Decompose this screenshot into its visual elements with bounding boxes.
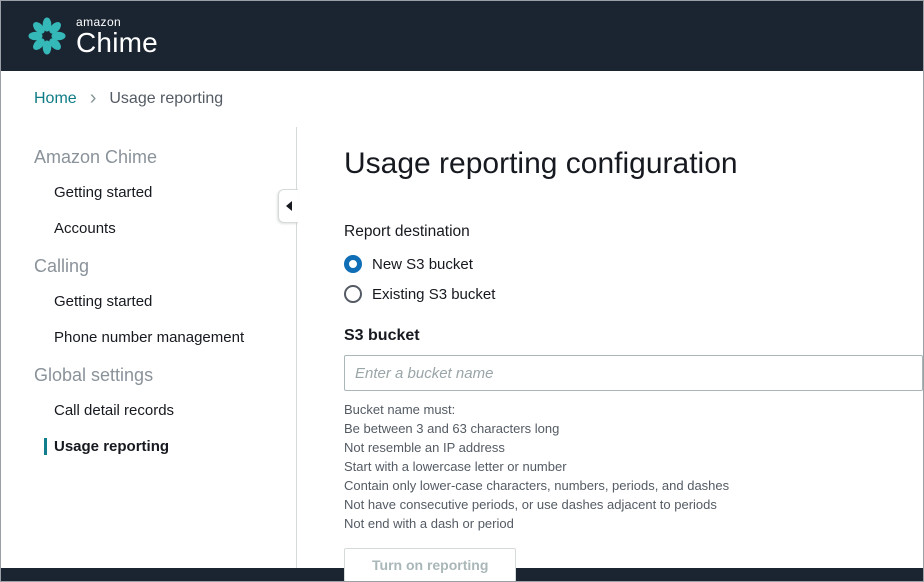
radio-existing-s3-bucket-label: Existing S3 bucket (372, 286, 495, 303)
sidebar-section-amazon-chime: Amazon Chime Getting started Accounts (34, 147, 296, 237)
sidebar-item-calling-getting-started[interactable]: Getting started (34, 293, 296, 310)
sidebar-item-accounts[interactable]: Accounts (34, 220, 296, 237)
breadcrumb-current: Usage reporting (109, 90, 223, 108)
brand-chime-label: Chime (76, 29, 158, 57)
breadcrumb-chevron-icon: › (90, 88, 97, 108)
sidebar-section-global-settings: Global settings Call detail records Usag… (34, 365, 296, 455)
sidebar-heading-global-settings: Global settings (34, 365, 296, 386)
content-area: Amazon Chime Getting started Accounts Ca… (1, 127, 923, 568)
main-panel: Usage reporting configuration Report des… (297, 127, 923, 568)
bucket-rule-end: Not end with a dash or period (344, 514, 923, 533)
radio-new-s3-bucket-label: New S3 bucket (372, 256, 473, 273)
bucket-rule-periods: Not have consecutive periods, or use das… (344, 495, 923, 514)
app-window: amazon Chime Home › Usage reporting Amaz… (0, 0, 924, 582)
amazon-chime-logo: amazon Chime (27, 16, 158, 57)
sidebar-section-calling: Calling Getting started Phone number man… (34, 256, 296, 346)
s3-bucket-label: S3 bucket (344, 327, 923, 345)
sidebar-item-getting-started[interactable]: Getting started (34, 184, 296, 201)
bucket-name-input[interactable] (344, 355, 923, 391)
collapse-arrow-icon (286, 201, 292, 211)
bucket-rule-length: Be between 3 and 63 characters long (344, 419, 923, 438)
app-header: amazon Chime (1, 1, 923, 71)
breadcrumb-home-link[interactable]: Home (34, 90, 77, 108)
sidebar-item-usage-reporting[interactable]: Usage reporting (44, 438, 296, 455)
radio-existing-s3-bucket-icon[interactable] (344, 285, 362, 303)
sidebar-nav: Amazon Chime Getting started Accounts Ca… (1, 127, 297, 568)
bucket-rule-charset: Contain only lower-case characters, numb… (344, 476, 923, 495)
bucket-rule-ip: Not resemble an IP address (344, 438, 923, 457)
turn-on-reporting-button[interactable]: Turn on reporting (344, 548, 516, 582)
sidebar-collapse-button[interactable] (278, 189, 298, 223)
bucket-name-rules: Bucket name must: Be between 3 and 63 ch… (344, 400, 923, 533)
sidebar-heading-amazon-chime: Amazon Chime (34, 147, 296, 168)
radio-option-new-s3-bucket[interactable]: New S3 bucket (344, 255, 923, 273)
brand-text: amazon Chime (76, 16, 158, 57)
sidebar-item-call-detail-records[interactable]: Call detail records (34, 402, 296, 419)
bucket-rules-title: Bucket name must: (344, 400, 923, 419)
bucket-rule-start: Start with a lowercase letter or number (344, 457, 923, 476)
radio-new-s3-bucket-icon[interactable] (344, 255, 362, 273)
radio-option-existing-s3-bucket[interactable]: Existing S3 bucket (344, 285, 923, 303)
brand-amazon-label: amazon (76, 16, 158, 28)
breadcrumb: Home › Usage reporting (1, 71, 923, 127)
sidebar-heading-calling: Calling (34, 256, 296, 277)
page-title: Usage reporting configuration (344, 147, 923, 181)
report-destination-label: Report destination (344, 223, 923, 241)
chime-flower-icon (27, 16, 67, 56)
sidebar-item-phone-number-management[interactable]: Phone number management (34, 329, 296, 346)
